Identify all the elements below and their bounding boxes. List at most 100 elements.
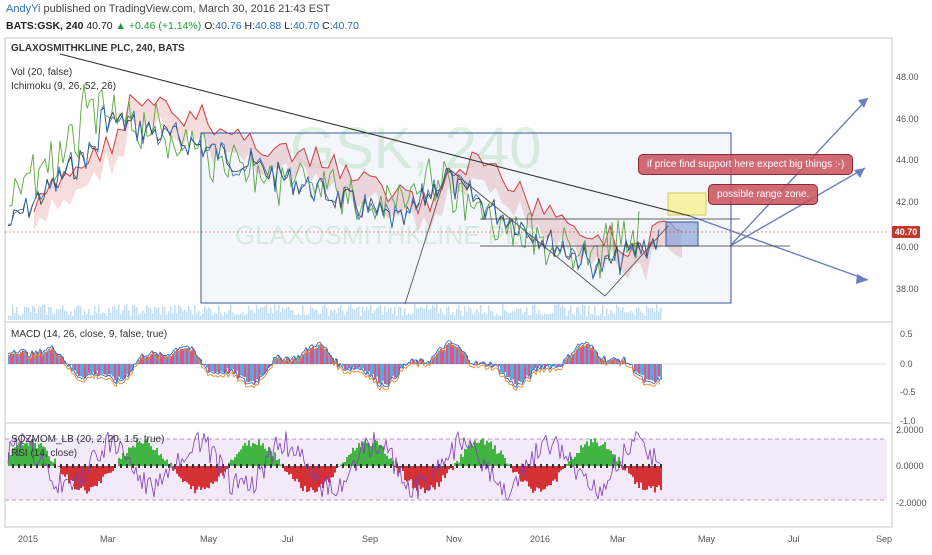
sqz-dot — [642, 464, 644, 468]
macd-bar — [658, 364, 660, 377]
sqz-bar — [568, 461, 570, 466]
macd-bar — [216, 364, 218, 372]
macd-bar — [324, 349, 326, 364]
target-box[interactable] — [666, 222, 698, 246]
volume-bar — [178, 305, 180, 320]
volume-bar — [256, 305, 258, 320]
volume-bar — [138, 314, 140, 320]
sqz-bar — [160, 454, 162, 466]
macd-bar — [208, 364, 210, 372]
sqz-bar — [536, 466, 538, 487]
annotation-range[interactable]: possible range zone. — [708, 184, 818, 205]
macd-bar — [520, 364, 522, 382]
volume-bar — [46, 315, 48, 320]
sqz-bar — [138, 442, 140, 466]
sqz-bar — [156, 448, 158, 466]
sqz-bar — [366, 443, 368, 466]
volume-bar — [276, 310, 278, 320]
volume-bar — [334, 309, 336, 320]
volume-bar — [446, 308, 448, 320]
macd-bar — [56, 354, 58, 364]
sqz-dot — [510, 464, 512, 468]
sqzmom-legend[interactable]: SQZMOM_LB (20, 2, 20, 1.5, true) — [11, 434, 164, 445]
sqz-bar — [92, 466, 94, 487]
macd-bar — [16, 354, 18, 364]
volume-bar — [442, 313, 444, 320]
sqz-bar — [634, 466, 636, 484]
macd-bar — [584, 346, 586, 364]
author-link[interactable]: AndyYi — [6, 3, 40, 15]
volume-bar — [652, 308, 654, 320]
sqz-dot — [546, 464, 548, 468]
macd-bar — [528, 364, 530, 377]
volume-bar — [84, 310, 86, 320]
rsi-legend[interactable]: RSI (14, close) — [11, 448, 77, 459]
sqz-bar — [552, 466, 554, 481]
volume-bar — [144, 313, 146, 320]
macd-bar — [114, 364, 116, 380]
sqz-bar — [334, 466, 336, 473]
volume-bar — [342, 310, 344, 320]
sqz-bar — [448, 466, 450, 469]
volume-bar — [618, 308, 620, 321]
time-tick: Sep — [362, 534, 378, 544]
volume-bar — [588, 306, 590, 320]
volume-bar — [654, 312, 656, 320]
volume-bar — [568, 310, 570, 320]
ichimoku-legend[interactable]: Ichimoku (9, 26, 52, 26) — [11, 81, 116, 92]
sqz-dot — [426, 464, 428, 468]
sqz-bar — [404, 466, 406, 480]
macd-bar — [206, 364, 208, 368]
volume-bar — [526, 307, 528, 320]
volume-bar — [608, 314, 610, 320]
main-legend-title[interactable]: GLAXOSMITHKLINE PLC, 240, BATS — [11, 43, 185, 54]
macd-bar — [88, 364, 90, 374]
sqz-dot — [144, 464, 146, 468]
chart-area[interactable]: GSK, 240 GLAXOSMITHKLINE PLC — [0, 36, 932, 550]
macd-bar — [650, 364, 652, 380]
chart-canvas[interactable]: GSK, 240 GLAXOSMITHKLINE PLC — [0, 36, 932, 550]
volume-bar — [80, 306, 82, 320]
sqz-bar — [256, 445, 258, 466]
volume-bar — [242, 312, 244, 320]
volume-bar — [302, 305, 304, 320]
macd-legend[interactable]: MACD (14, 26, close, 9, false, true) — [11, 329, 167, 340]
macd-bar — [352, 364, 354, 367]
volume-bar — [48, 307, 50, 320]
sqz-bar — [452, 466, 454, 470]
macd-bar — [318, 345, 320, 364]
sqz-bar — [64, 466, 66, 477]
sqz-bar — [540, 466, 542, 492]
volume-bar — [560, 307, 562, 320]
volume-legend[interactable]: Vol (20, false) — [11, 67, 72, 78]
macd-bar — [112, 364, 114, 377]
macd-bar — [180, 349, 182, 364]
macd-bar — [108, 364, 110, 374]
volume-bar — [522, 315, 524, 320]
volume-bar — [604, 316, 606, 320]
volume-bar — [164, 307, 166, 320]
sqz-dot — [312, 464, 314, 468]
volume-bar — [498, 316, 500, 321]
volume-bar — [108, 308, 110, 320]
volume-bar — [372, 313, 374, 320]
volume-bar — [464, 306, 466, 320]
volume-bar — [350, 304, 352, 320]
sqz-bar — [566, 464, 568, 466]
volume-bar — [26, 307, 28, 320]
sqz-dot — [336, 464, 338, 468]
sqz-bar — [652, 466, 654, 486]
annotation-support[interactable]: if price find support here expect big th… — [638, 154, 853, 175]
volume-bar — [550, 314, 552, 320]
volume-bar — [502, 304, 504, 320]
volume-bar — [374, 311, 376, 321]
close-label: C: — [322, 20, 333, 32]
volume-bar — [572, 314, 574, 320]
macd-bar — [104, 364, 106, 375]
volume-bar — [460, 311, 462, 320]
sqz-bar — [280, 465, 282, 466]
sqz-bar — [112, 466, 114, 471]
volume-bar — [462, 316, 464, 320]
sqz-bar — [230, 460, 232, 467]
macd-tick: 0.0 — [900, 359, 913, 369]
